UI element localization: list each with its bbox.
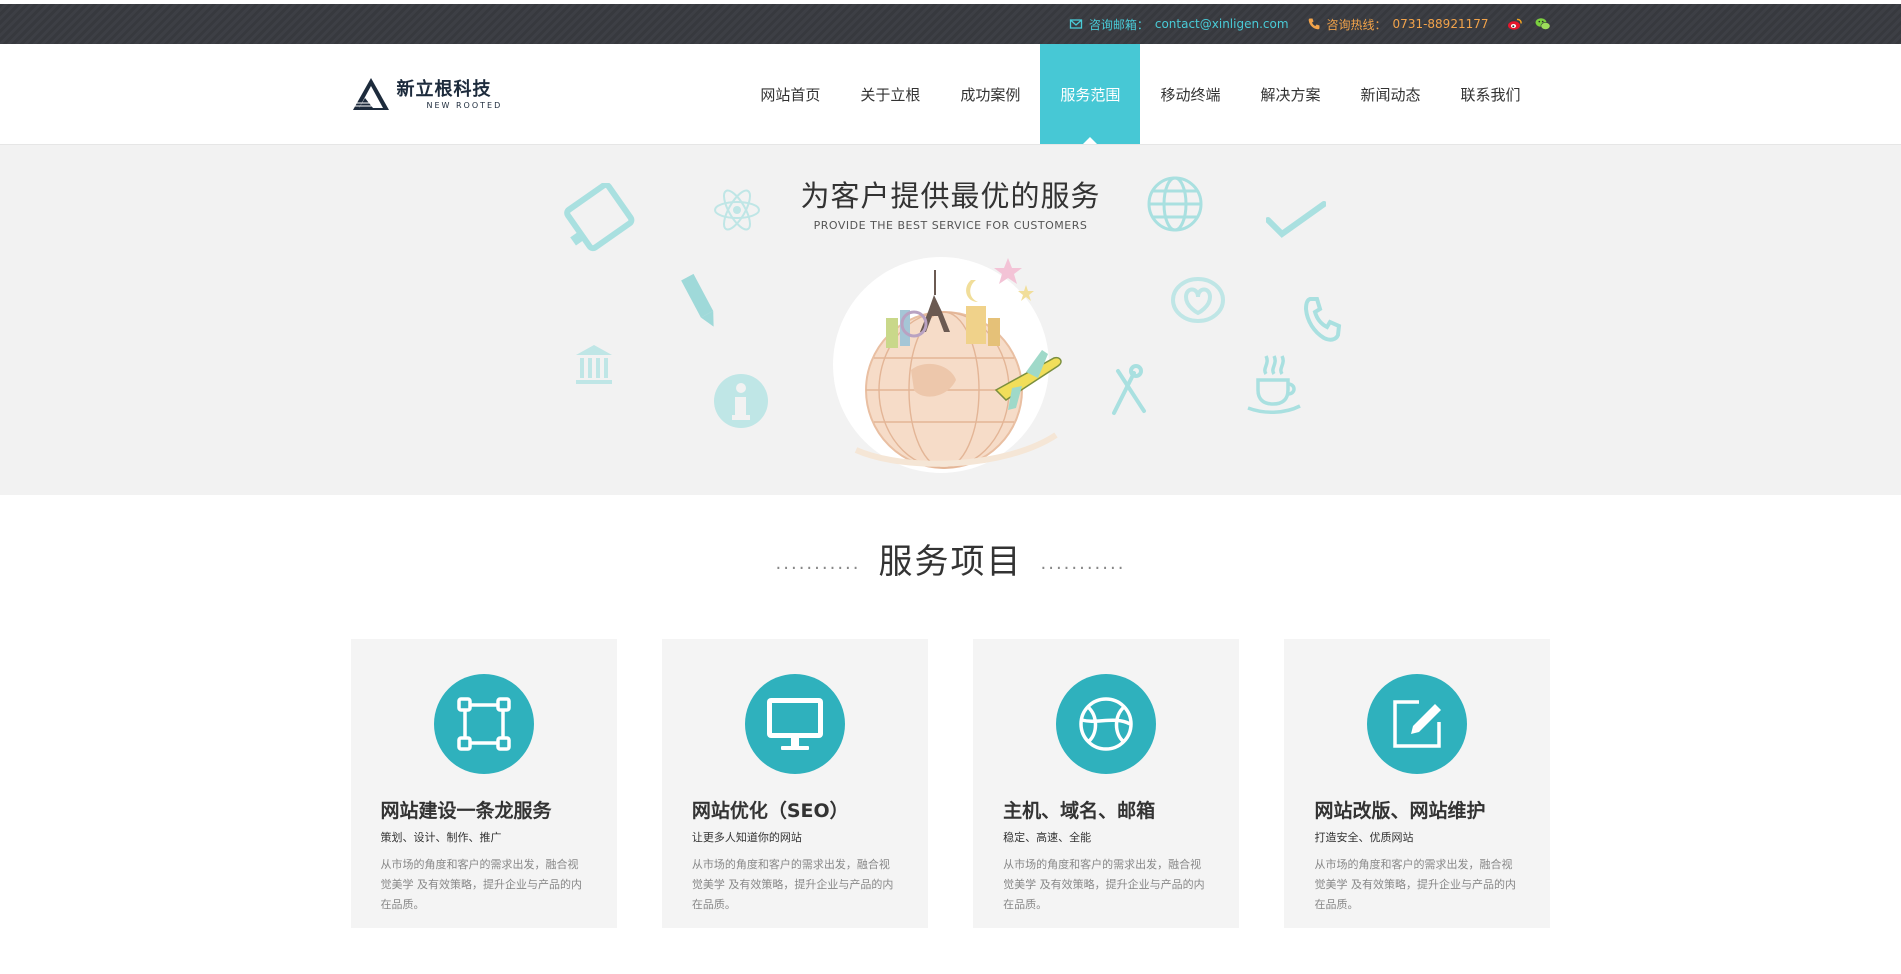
banner-title: 为客户提供最优的服务 [800,179,1101,213]
logo-triangle-icon [352,78,389,110]
nav-mobile[interactable]: 移动终端 [1140,44,1240,144]
phone-icon [1308,18,1320,30]
phone-label: 咨询热线： [1326,17,1387,32]
world-globe-illustration [832,257,1062,473]
card-description: 从市场的角度和客户的需求出发，融合视觉美学 及有效策略，提升企业与产品的内在品质… [691,858,894,911]
logo-text-en: NEW ROOTED [426,100,503,110]
edit-icon [1393,700,1442,748]
title-dots-right: ........... [1040,552,1126,574]
service-card-hosting[interactable]: 主机、域名、邮箱 稳定、高速、全能 从市场的角度和客户的需求出发，融合视觉美学 … [973,639,1240,928]
service-banner: 为客户提供最优的服务 PROVIDE THE BEST SERVICE FOR … [0,145,1901,495]
nav-news[interactable]: 新闻动态 [1340,44,1440,144]
telephone-icon [1303,297,1342,342]
service-card-website[interactable]: 网站建设一条龙服务 策划、设计、制作、推广 从市场的角度和客户的需求出发，融合视… [350,639,617,928]
card-title: 网站建设一条龙服务 [380,800,552,822]
ball-icon [1079,697,1133,751]
tablet-icon [564,183,635,252]
card-icon-circle [1056,674,1157,774]
monitor-icon [766,698,823,750]
nav-solutions[interactable]: 解决方案 [1240,44,1340,144]
email-link[interactable]: contact@xinligen.com [1155,17,1289,31]
info-icon [714,374,768,428]
services-heading: 服务项目 [878,541,1023,582]
checkmark-icon [1266,201,1326,238]
card-description: 从市场的角度和客户的需求出发，融合视觉美学 及有效策略，提升企业与产品的内在品质… [1314,858,1516,911]
weibo-icon[interactable] [1507,17,1523,31]
card-subtitle: 策划、设计、制作、推广 [380,831,502,844]
nav-about[interactable]: 关于立根 [840,44,940,144]
banner-subtitle: PROVIDE THE BEST SERVICE FOR CUSTOMERS [813,219,1088,232]
nav-home[interactable]: 网站首页 [740,44,840,144]
logo-text-cn: 新立根科技 [396,78,492,100]
card-description: 从市场的角度和客户的需求出发，融合视觉美学 及有效策略，提升企业与产品的内在品质… [380,858,583,911]
nav-services[interactable]: 服务范围 [1040,44,1141,144]
card-icon-circle [433,674,534,774]
nav-cases[interactable]: 成功案例 [940,44,1040,144]
site-header: 新立根科技 NEW ROOTED 网站首页 关于立根 成功案例 服务范围 移动终… [0,44,1901,145]
card-description: 从市场的角度和客户的需求出发，融合视觉美学 及有效策略，提升企业与产品的内在品质… [1003,858,1205,911]
nav-contact[interactable]: 联系我们 [1440,44,1540,144]
globe-grid-icon [1147,176,1203,232]
phone-number: 0731-88921177 [1392,17,1489,31]
email-label: 咨询邮箱： [1088,17,1149,32]
coffee-cup-icon [1247,355,1301,414]
service-card-maintenance[interactable]: 网站改版、网站维护 打造安全、优质网站 从市场的角度和客户的需求出发，融合视觉美… [1284,639,1551,928]
frame-icon [456,697,511,751]
service-card-seo[interactable]: 网站优化（SEO） 让更多人知道你的网站 从市场的角度和客户的需求出发，融合视觉… [661,639,928,928]
card-subtitle: 稳定、高速、全能 [1003,831,1092,844]
card-icon-circle [744,674,845,774]
services-section: ........... 服务项目 ........... 网站建设一条龙服务 策… [0,495,1901,928]
social-links [1507,17,1551,31]
title-dots-left: ........... [775,552,861,574]
heart-swirl-icon [1171,277,1225,323]
card-icon-circle [1367,674,1468,774]
mail-icon [1069,19,1082,29]
contact-email[interactable]: 咨询邮箱： contact@xinligen.com [1069,16,1289,33]
contact-phone: 咨询热线： 0731-88921177 [1307,16,1489,33]
card-title: 网站改版、网站维护 [1314,800,1486,822]
bank-icon [576,345,612,384]
site-logo[interactable]: 新立根科技 NEW ROOTED [351,76,503,112]
card-subtitle: 打造安全、优质网站 [1314,831,1414,844]
card-title: 网站优化（SEO） [691,800,849,822]
main-nav: 网站首页 关于立根 成功案例 服务范围 移动终端 解决方案 新闻动态 联系我们 [740,44,1540,144]
tools-icon [1112,364,1146,415]
card-title: 主机、域名、邮箱 [1003,800,1156,822]
pencil-icon [681,273,714,327]
service-cards: 网站建设一条龙服务 策划、设计、制作、推广 从市场的角度和客户的需求出发，融合视… [350,639,1551,928]
top-bar: 咨询邮箱： contact@xinligen.com 咨询热线： 0731-88… [0,4,1901,44]
atom-icon [714,189,760,231]
wechat-icon[interactable] [1535,17,1551,31]
card-subtitle: 让更多人知道你的网站 [691,831,802,844]
section-title: ........... 服务项目 ........... [0,533,1901,583]
